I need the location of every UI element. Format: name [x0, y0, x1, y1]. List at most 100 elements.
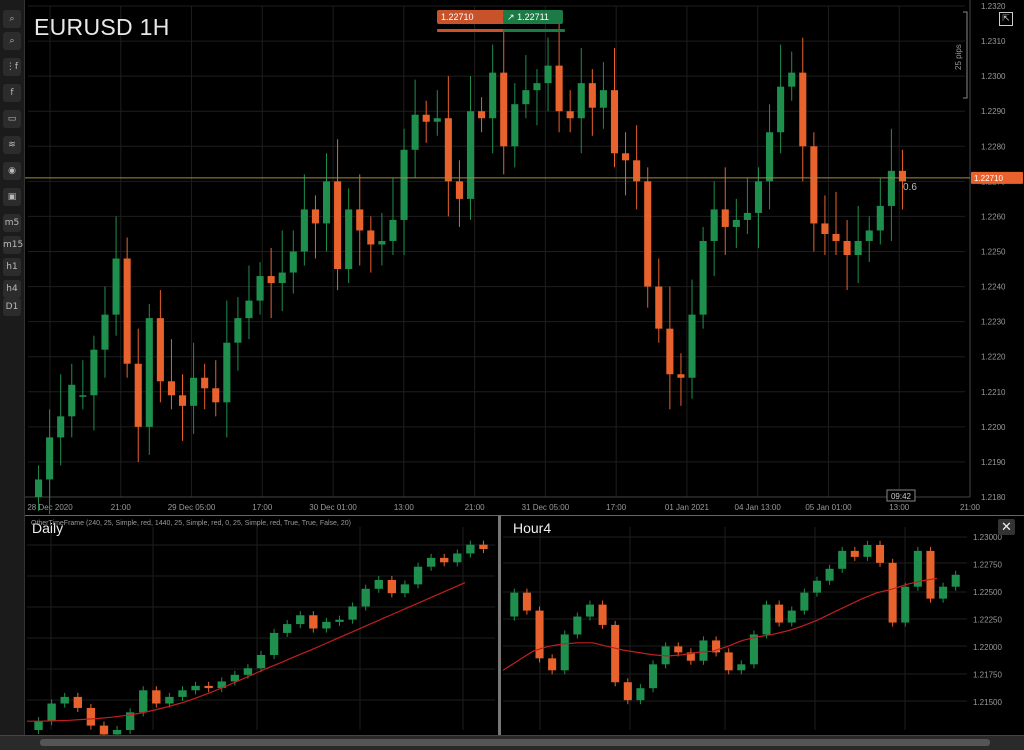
candle-body	[453, 553, 462, 563]
candle-body	[500, 72, 508, 147]
candle-body	[389, 219, 397, 241]
candle-body	[788, 72, 796, 87]
scrollbar-thumb[interactable]	[40, 739, 990, 746]
candle-body	[887, 170, 895, 206]
candle-body	[699, 240, 707, 315]
candle-body	[555, 65, 563, 112]
buy-price: 1.22711	[517, 12, 549, 22]
visibility-icon[interactable]: ◉	[3, 162, 21, 180]
candle-body	[361, 588, 370, 607]
candle-body	[721, 209, 729, 227]
indicators-icon[interactable]: ⋮f	[3, 58, 21, 76]
sell-price: 1.22710	[441, 12, 474, 22]
candle-body	[699, 640, 708, 661]
candle-body	[677, 374, 685, 378]
candle-body	[309, 615, 318, 629]
candle-body	[466, 111, 475, 199]
x-tick-label: 04 Jan 13:00	[735, 503, 782, 512]
timeframe-h4[interactable]: h4	[3, 280, 21, 298]
x-tick-label: 21:00	[465, 503, 486, 512]
candle-body	[666, 328, 674, 375]
chat-icon[interactable]: ▭	[3, 110, 21, 128]
candle-body	[345, 209, 353, 270]
current-price-label: 1.22710	[974, 174, 1003, 183]
timeframe-d1[interactable]: D1	[3, 298, 21, 316]
candle-body	[810, 146, 818, 224]
subcharts-panel[interactable]: Daily OtherTimeFrame (240, 25, Simple, re…	[25, 515, 1024, 735]
candle-body	[165, 696, 174, 704]
pips-ruler-label: 25 pips	[954, 44, 963, 70]
candle-body	[863, 544, 872, 557]
candle-body	[152, 690, 161, 704]
y-tick-label: 1.2220	[981, 353, 1006, 362]
share-icon[interactable]: f	[3, 84, 21, 102]
candle-body	[191, 685, 200, 691]
candle-body	[387, 579, 397, 594]
candle-body	[289, 251, 297, 273]
candle-body	[511, 104, 519, 147]
sell-quote-button[interactable]: 1.22710 ↘	[437, 10, 513, 24]
candle-body	[577, 83, 585, 119]
candle-body	[334, 181, 342, 270]
candle-body	[875, 544, 885, 563]
timeframe-m5[interactable]: m5	[3, 214, 21, 232]
candle-body	[190, 377, 198, 406]
candle-body	[245, 300, 253, 319]
main-chart-panel[interactable]: 1.23201.23101.23001.22901.22801.22701.22…	[25, 0, 1024, 514]
candle-body	[766, 132, 774, 182]
y-tick-label: 1.2320	[981, 2, 1006, 11]
timeframe-h1[interactable]: h1	[3, 258, 21, 276]
candle-body	[300, 209, 308, 252]
y-tick-label: 1.22250	[973, 616, 1002, 625]
candle-body	[777, 86, 785, 133]
buy-quote-button[interactable]: ↗ 1.22711	[503, 10, 563, 24]
candle-body	[688, 314, 696, 378]
y-tick-label: 1.2290	[981, 107, 1006, 116]
candle-body	[548, 658, 557, 671]
x-tick-label: 30 Dec 01:00	[309, 503, 357, 512]
candle-body	[762, 604, 771, 635]
y-tick-label: 1.2180	[981, 493, 1006, 502]
candle-body	[256, 654, 266, 669]
zoom-in-icon[interactable]: ⌕	[3, 10, 21, 28]
close-subcharts-icon[interactable]: ✕	[998, 519, 1015, 535]
candle-body	[737, 664, 746, 671]
screenshot-icon[interactable]: ▣	[3, 188, 21, 206]
pips-ruler	[963, 11, 968, 99]
candle-body	[787, 610, 796, 623]
subchart-divider	[498, 515, 501, 735]
candle-body	[411, 114, 419, 150]
candle-body	[374, 579, 383, 589]
candle-body	[145, 318, 153, 427]
zoom-out-icon[interactable]: ⌕	[3, 32, 21, 50]
candle-body	[636, 688, 645, 701]
candle-body	[710, 209, 718, 241]
candle-body	[322, 621, 331, 629]
timeframe-m15[interactable]: m15	[3, 236, 23, 254]
x-tick-label: 29 Dec 05:00	[168, 503, 216, 512]
horizontal-scrollbar[interactable]	[0, 735, 1024, 750]
y-tick-label: 1.2280	[981, 142, 1006, 151]
candle-body	[139, 690, 148, 713]
candle-body	[212, 388, 220, 403]
y-tick-label: 1.21750	[973, 671, 1002, 680]
subchart-title: Hour4	[513, 520, 551, 536]
y-tick-label: 1.2310	[981, 37, 1006, 46]
candle-body	[522, 90, 530, 105]
time-label: 09:42	[891, 492, 912, 501]
candle-body	[648, 664, 658, 689]
layers-icon[interactable]: ≋	[3, 136, 21, 154]
candle-body	[204, 685, 213, 689]
candle-body	[178, 690, 187, 697]
detach-chart-icon[interactable]: ⇱	[999, 12, 1013, 26]
candle-body	[296, 615, 305, 625]
candle-body	[99, 725, 109, 735]
candle-body	[888, 562, 897, 623]
candle-body	[378, 240, 386, 245]
main-chart-canvas[interactable]: 1.23201.23101.23001.22901.22801.22701.22…	[25, 0, 1024, 514]
candle-body	[775, 604, 784, 623]
x-tick-label: 21:00	[111, 503, 132, 512]
subcharts-canvas[interactable]: DailyOtherTimeFrame (240, 25, Simple, re…	[25, 515, 1024, 735]
y-tick-label: 1.21500	[973, 698, 1002, 707]
candle-body	[34, 721, 43, 730]
